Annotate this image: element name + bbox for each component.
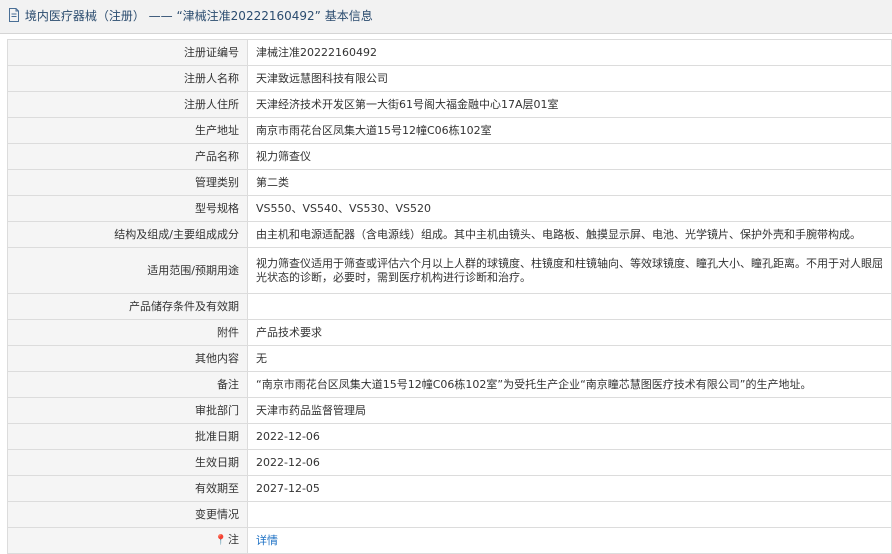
table-row: 适用范围/预期用途 视力筛查仪适用于筛查或评估六个月以上人群的球镜度、柱镜度和柱…: [7, 247, 892, 294]
note-label-cell: 📍注: [7, 527, 248, 554]
row-label: 生产地址: [7, 117, 248, 144]
table-row: 型号规格 VS550、VS540、VS530、VS520: [7, 195, 892, 222]
row-value: [247, 501, 892, 528]
table-row: 变更情况: [7, 501, 892, 528]
table-row-note: 📍注 详情: [7, 527, 892, 554]
table-row: 结构及组成/主要组成成分 由主机和电源适配器（含电源线）组成。其中主机由镜头、电…: [7, 221, 892, 248]
table-row: 产品名称 视力筛查仪: [7, 143, 892, 170]
row-value: 视力筛查仪: [247, 143, 892, 170]
row-label: 附件: [7, 319, 248, 346]
row-label: 备注: [7, 371, 248, 398]
table-row: 注册人住所 天津经济技术开发区第一大街61号阁大福金融中心17A层01室: [7, 91, 892, 118]
row-value: 津械注准20222160492: [247, 39, 892, 66]
table-row: 注册证编号 津械注准20222160492: [7, 39, 892, 66]
table-row: 其他内容 无: [7, 345, 892, 372]
table-row: 生产地址 南京市雨花台区凤集大道15号12幢C06栋102室: [7, 117, 892, 144]
row-label: 管理类别: [7, 169, 248, 196]
table-row: 备注 “南京市雨花台区凤集大道15号12幢C06栋102室”为受托生产企业“南京…: [7, 371, 892, 398]
row-value: 产品技术要求: [247, 319, 892, 346]
row-value: [247, 293, 892, 320]
row-value: 2027-12-05: [247, 475, 892, 502]
row-value: 2022-12-06: [247, 423, 892, 450]
row-value: 天津市药品监督管理局: [247, 397, 892, 424]
row-label: 结构及组成/主要组成成分: [7, 221, 248, 248]
row-label: 适用范围/预期用途: [7, 247, 248, 294]
note-value-cell: 详情: [247, 527, 892, 554]
row-value: 南京市雨花台区凤集大道15号12幢C06栋102室: [247, 117, 892, 144]
row-value: 由主机和电源适配器（含电源线）组成。其中主机由镜头、电路板、触摸显示屏、电池、光…: [247, 221, 892, 248]
row-value: 无: [247, 345, 892, 372]
table-row: 批准日期 2022-12-06: [7, 423, 892, 450]
table-row: 注册人名称 天津致远慧图科技有限公司: [7, 65, 892, 92]
pin-icon: 📍: [214, 535, 227, 546]
row-value: VS550、VS540、VS530、VS520: [247, 195, 892, 222]
table-row: 审批部门 天津市药品监督管理局: [7, 397, 892, 424]
row-label: 注册人名称: [7, 65, 248, 92]
detail-table: 注册证编号 津械注准20222160492 注册人名称 天津致远慧图科技有限公司…: [7, 39, 892, 554]
note-label: 注: [228, 533, 239, 546]
row-label: 生效日期: [7, 449, 248, 476]
table-row: 附件 产品技术要求: [7, 319, 892, 346]
row-label: 产品储存条件及有效期: [7, 293, 248, 320]
row-label: 有效期至: [7, 475, 248, 502]
row-label: 其他内容: [7, 345, 248, 372]
row-value: 2022-12-06: [247, 449, 892, 476]
row-label: 变更情况: [7, 501, 248, 528]
row-label: 批准日期: [7, 423, 248, 450]
row-label: 审批部门: [7, 397, 248, 424]
row-label: 型号规格: [7, 195, 248, 222]
document-icon: [9, 8, 19, 22]
row-label: 注册人住所: [7, 91, 248, 118]
row-value: 视力筛查仪适用于筛查或评估六个月以上人群的球镜度、柱镜度和柱镜轴向、等效球镜度、…: [247, 247, 892, 294]
row-value: 天津致远慧图科技有限公司: [247, 65, 892, 92]
page-header: 境内医疗器械（注册） —— “津械注准20222160492” 基本信息: [0, 0, 892, 34]
table-row: 有效期至 2027-12-05: [7, 475, 892, 502]
details-link[interactable]: 详情: [256, 534, 278, 547]
row-label: 注册证编号: [7, 39, 248, 66]
row-value: “南京市雨花台区凤集大道15号12幢C06栋102室”为受托生产企业“南京瞳芯慧…: [247, 371, 892, 398]
table-row: 生效日期 2022-12-06: [7, 449, 892, 476]
table-row: 管理类别 第二类: [7, 169, 892, 196]
detail-table-container: 注册证编号 津械注准20222160492 注册人名称 天津致远慧图科技有限公司…: [7, 39, 892, 554]
row-value: 第二类: [247, 169, 892, 196]
table-row: 产品储存条件及有效期: [7, 293, 892, 320]
row-value: 天津经济技术开发区第一大街61号阁大福金融中心17A层01室: [247, 91, 892, 118]
row-label: 产品名称: [7, 143, 248, 170]
page-title: 境内医疗器械（注册） —— “津械注准20222160492” 基本信息: [24, 9, 373, 23]
